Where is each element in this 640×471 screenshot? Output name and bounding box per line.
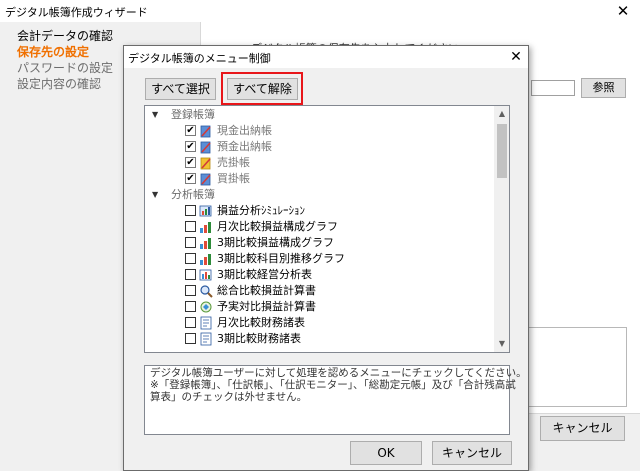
bar-chart-icon bbox=[199, 252, 213, 266]
ledger-blue-icon bbox=[199, 140, 213, 154]
tree-group-label: 分析帳簿 bbox=[171, 188, 215, 201]
tree-item-label: 現金出納帳 bbox=[217, 124, 272, 137]
checkbox-checked: ✔ bbox=[185, 173, 196, 184]
wizard-info-box bbox=[513, 327, 627, 407]
checkbox-checked: ✔ bbox=[185, 141, 196, 152]
menu-tree[interactable]: ▲ ▼ ▼ 登録帳簿 ✔ 現金出納帳 ✔ 預金出納帳 ✔ 売掛帳 ✔ 買掛帳 ▼ 分析帳簿 損益分析ｼﾐ… bbox=[144, 105, 510, 353]
tree-item-label: 損益分析ｼﾐｭﾚｰｼｮﾝ bbox=[217, 204, 305, 217]
tree-scrollbar[interactable]: ▲ ▼ bbox=[494, 106, 509, 352]
scroll-thumb[interactable] bbox=[497, 124, 507, 178]
wizard-close-icon[interactable]: ✕ bbox=[606, 0, 640, 22]
ledger-blue-icon bbox=[199, 124, 213, 138]
bar-chart-icon bbox=[199, 236, 213, 250]
highlight-box bbox=[221, 72, 303, 105]
message-line: デジタル帳簿ユーザーに対して処理を認めるメニューにチェックしてください。 bbox=[150, 367, 527, 379]
wizard-step-save-location: 保存先の設定 bbox=[17, 45, 90, 59]
tree-item-label: 3期比較財務諸表 bbox=[217, 332, 301, 345]
checkbox[interactable] bbox=[185, 317, 196, 328]
wizard-step-confirm-settings: 設定内容の確認 bbox=[17, 77, 102, 91]
tree-item[interactable]: 3期比較財務諸表 bbox=[145, 331, 493, 347]
simulation-icon bbox=[199, 204, 213, 218]
tree-item-label: 予実対比損益計算書 bbox=[217, 300, 316, 313]
tree-item[interactable]: 総合比較損益計算書 bbox=[145, 283, 493, 299]
dialog-close-icon[interactable]: ✕ bbox=[504, 46, 528, 68]
report-icon bbox=[199, 332, 213, 346]
tree-item: ✔ 預金出納帳 bbox=[145, 139, 493, 155]
expand-arrow-icon[interactable]: ▼ bbox=[152, 187, 158, 203]
checkbox-checked: ✔ bbox=[185, 157, 196, 168]
instruction-message: デジタル帳簿ユーザーに対して処理を認めるメニューにチェックしてください。 ※「登… bbox=[144, 365, 527, 435]
browse-button[interactable]: 参照 bbox=[581, 78, 626, 98]
checkbox-checked: ✔ bbox=[185, 125, 196, 136]
tree-item-label: 月次比較財務諸表 bbox=[217, 316, 305, 329]
tree-group[interactable]: ▼ 分析帳簿 bbox=[145, 187, 493, 203]
checkbox[interactable] bbox=[185, 285, 196, 296]
tree-item[interactable]: 損益分析ｼﾐｭﾚｰｼｮﾝ bbox=[145, 203, 493, 219]
checkbox[interactable] bbox=[185, 253, 196, 264]
tree-item: ✔ 現金出納帳 bbox=[145, 123, 493, 139]
wizard-title: デジタル帳簿作成ウィザード bbox=[5, 6, 148, 19]
compare-icon bbox=[199, 300, 213, 314]
message-line: 算表」のチェックは外せません。 bbox=[150, 391, 308, 403]
tree-item[interactable]: 3期比較経営分析表 bbox=[145, 267, 493, 283]
tree-item-label: 3期比較経営分析表 bbox=[217, 268, 312, 281]
wizard-steps: 会計データの確認 保存先の設定 パスワードの設定 設定内容の確認 bbox=[17, 28, 113, 92]
ledger-yellow-icon bbox=[199, 156, 213, 170]
magnifier-icon bbox=[199, 284, 213, 298]
ok-button[interactable]: OK bbox=[350, 441, 422, 465]
tree-item[interactable]: 月次比較損益構成グラフ bbox=[145, 219, 493, 235]
expand-arrow-icon[interactable]: ▼ bbox=[152, 107, 158, 123]
message-line: ※「登録帳簿」、「仕訳帳」、「仕訳モニター」、「総勘定元帳」及び「合計残高試 bbox=[150, 379, 516, 391]
analysis-icon bbox=[199, 268, 213, 282]
wizard-step-confirm-data: 会計データの確認 bbox=[17, 29, 114, 43]
report-icon bbox=[199, 316, 213, 330]
save-path-input[interactable] bbox=[531, 80, 575, 96]
checkbox[interactable] bbox=[185, 237, 196, 248]
checkbox[interactable] bbox=[185, 301, 196, 312]
scroll-up-icon[interactable]: ▲ bbox=[494, 106, 509, 122]
dialog-title: デジタル帳簿のメニュー制御 bbox=[128, 52, 271, 65]
tree-item: ✔ 買掛帳 bbox=[145, 171, 493, 187]
tree-item-label: 3期比較損益構成グラフ bbox=[217, 236, 334, 249]
checkbox[interactable] bbox=[185, 205, 196, 216]
checkbox[interactable] bbox=[185, 269, 196, 280]
scroll-down-icon[interactable]: ▼ bbox=[494, 336, 509, 352]
dialog-titlebar: デジタル帳簿のメニュー制御 ✕ bbox=[124, 46, 528, 68]
tree-item-label: 月次比較損益構成グラフ bbox=[217, 220, 338, 233]
checkbox[interactable] bbox=[185, 333, 196, 344]
tree-item-label: 買掛帳 bbox=[217, 172, 250, 185]
tree-item[interactable]: 予実対比損益計算書 bbox=[145, 299, 493, 315]
wizard-titlebar: デジタル帳簿作成ウィザード ✕ bbox=[0, 0, 640, 22]
checkbox[interactable] bbox=[185, 221, 196, 232]
cancel-button[interactable]: キャンセル bbox=[432, 441, 512, 465]
wizard-cancel-button[interactable]: キャンセル bbox=[540, 416, 625, 441]
tree-item-label: 預金出納帳 bbox=[217, 140, 272, 153]
ledger-blue-icon bbox=[199, 172, 213, 186]
bar-chart-icon bbox=[199, 220, 213, 234]
tree-item-label: 売掛帳 bbox=[217, 156, 250, 169]
tree-item[interactable]: 3期比較科目別推移グラフ bbox=[145, 251, 493, 267]
tree-item-label: 総合比較損益計算書 bbox=[217, 284, 316, 297]
select-all-button[interactable]: すべて選択 bbox=[145, 78, 216, 100]
wizard-step-password: パスワードの設定 bbox=[17, 61, 114, 75]
tree-item[interactable]: 月次比較財務諸表 bbox=[145, 315, 493, 331]
tree-item: ✔ 売掛帳 bbox=[145, 155, 493, 171]
menu-control-dialog: デジタル帳簿のメニュー制御 ✕ すべて選択 すべて解除 ▲ ▼ ▼ 登録帳簿 ✔ 現金… bbox=[123, 45, 529, 471]
tree-item[interactable]: 3期比較損益構成グラフ bbox=[145, 235, 493, 251]
tree-group[interactable]: ▼ 登録帳簿 bbox=[145, 107, 493, 123]
tree-item-label: 3期比較科目別推移グラフ bbox=[217, 252, 345, 265]
tree-group-label: 登録帳簿 bbox=[171, 108, 215, 121]
